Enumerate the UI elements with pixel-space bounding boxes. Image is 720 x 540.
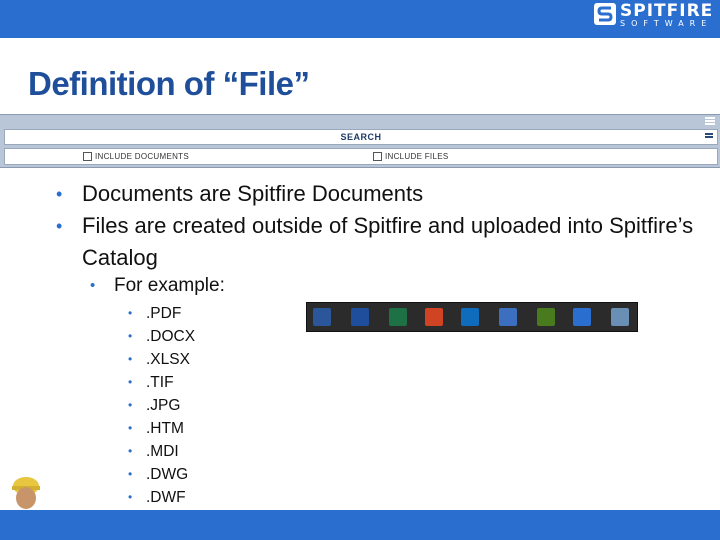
spitfire-logo: SPITFIRE SOFTWARE xyxy=(594,2,716,36)
notepad-icon xyxy=(611,308,629,326)
extension-item: • .MDI xyxy=(128,440,195,463)
extension-text: .MDI xyxy=(146,443,179,460)
include-files-option[interactable]: INCLUDE FILES xyxy=(373,149,448,164)
outlook-icon xyxy=(461,308,479,326)
logo-subtitle: SOFTWARE xyxy=(620,19,713,28)
spitfire-s-logo-icon xyxy=(594,3,616,25)
powerpoint-icon xyxy=(425,308,443,326)
bullet-dot-icon: • xyxy=(56,184,63,204)
dreamweaver-icon xyxy=(537,308,555,326)
menu-icon[interactable] xyxy=(705,117,715,126)
bullet-dot-icon: • xyxy=(90,277,96,294)
bullet-dot-icon: • xyxy=(128,421,133,435)
extension-item: • .HTM xyxy=(128,417,195,440)
extension-text: .DWG xyxy=(146,466,189,483)
bullet-text: Files are created outside of Spitfire an… xyxy=(82,213,694,270)
bullet-dot-icon: • xyxy=(128,444,133,458)
extension-text: .JPG xyxy=(146,397,181,414)
main-bullet-list: • Documents are Spitfire Documents • Files… xyxy=(56,178,696,274)
application-icon-strip xyxy=(306,302,638,332)
bullet-dot-icon: • xyxy=(128,490,133,504)
search-panel-screenshot: SEARCH INCLUDE DOCUMENTS INCLUDE FILES xyxy=(0,114,720,168)
extension-item: • .PDF xyxy=(128,302,195,325)
example-bullet: • For example: xyxy=(90,272,225,300)
excel-icon xyxy=(389,308,407,326)
include-files-label: INCLUDE FILES xyxy=(385,152,449,161)
spitfire-app-icon xyxy=(573,308,591,326)
search-heading: SEARCH xyxy=(340,132,382,142)
search-menu-icon[interactable] xyxy=(705,133,713,142)
bullet-item: • Documents are Spitfire Documents xyxy=(56,178,696,210)
extension-text: .HTM xyxy=(146,420,184,437)
bullet-dot-icon: • xyxy=(128,375,133,389)
extension-item: • .DWF xyxy=(128,486,195,509)
bullet-text: Documents are Spitfire Documents xyxy=(82,181,424,206)
bullet-dot-icon: • xyxy=(128,467,133,481)
extension-list: • .PDF • .DOCX • .XLSX • .TIF • .JPG • .HTM •.… xyxy=(128,302,195,509)
extension-text: .XLSX xyxy=(146,351,190,368)
logo-wordmark: SPITFIRE xyxy=(620,1,714,21)
include-documents-checkbox[interactable] xyxy=(83,152,92,161)
bullet-dot-icon: • xyxy=(128,398,133,412)
extension-item: • .DWG xyxy=(128,463,195,486)
include-files-checkbox[interactable] xyxy=(373,152,382,161)
extension-item: • .DOCX xyxy=(128,325,195,348)
remote-desktop-icon xyxy=(499,308,517,326)
bullet-item: • Files are created outside of Spitfire a… xyxy=(56,210,696,274)
word-icon xyxy=(351,308,369,326)
extension-text: .DOCX xyxy=(146,328,196,345)
bullet-dot-icon: • xyxy=(128,329,133,343)
extension-item: • .TIF xyxy=(128,371,195,394)
bullet-dot-icon: • xyxy=(128,306,133,320)
slide-title: Definition of “File” xyxy=(28,65,310,102)
bullet-dot-icon: • xyxy=(56,216,63,236)
extension-text: .PDF xyxy=(146,305,182,322)
extension-text: .DWF xyxy=(146,489,186,506)
bottom-brand-bar xyxy=(0,510,720,540)
top-brand-bar: SPITFIRE SOFTWARE xyxy=(0,0,720,38)
example-label: For example: xyxy=(114,275,225,296)
extension-item: • .XLSX xyxy=(128,348,195,371)
extension-item: • .JPG xyxy=(128,394,195,417)
bullet-dot-icon: • xyxy=(128,352,133,366)
include-documents-option[interactable]: INCLUDE DOCUMENTS xyxy=(83,149,189,164)
search-header-row: SEARCH xyxy=(4,129,718,145)
word-legacy-icon xyxy=(313,308,331,326)
include-documents-label: INCLUDE DOCUMENTS xyxy=(95,152,189,161)
extension-text: .TIF xyxy=(146,374,174,391)
search-options-row: INCLUDE DOCUMENTS INCLUDE FILES xyxy=(4,148,718,165)
